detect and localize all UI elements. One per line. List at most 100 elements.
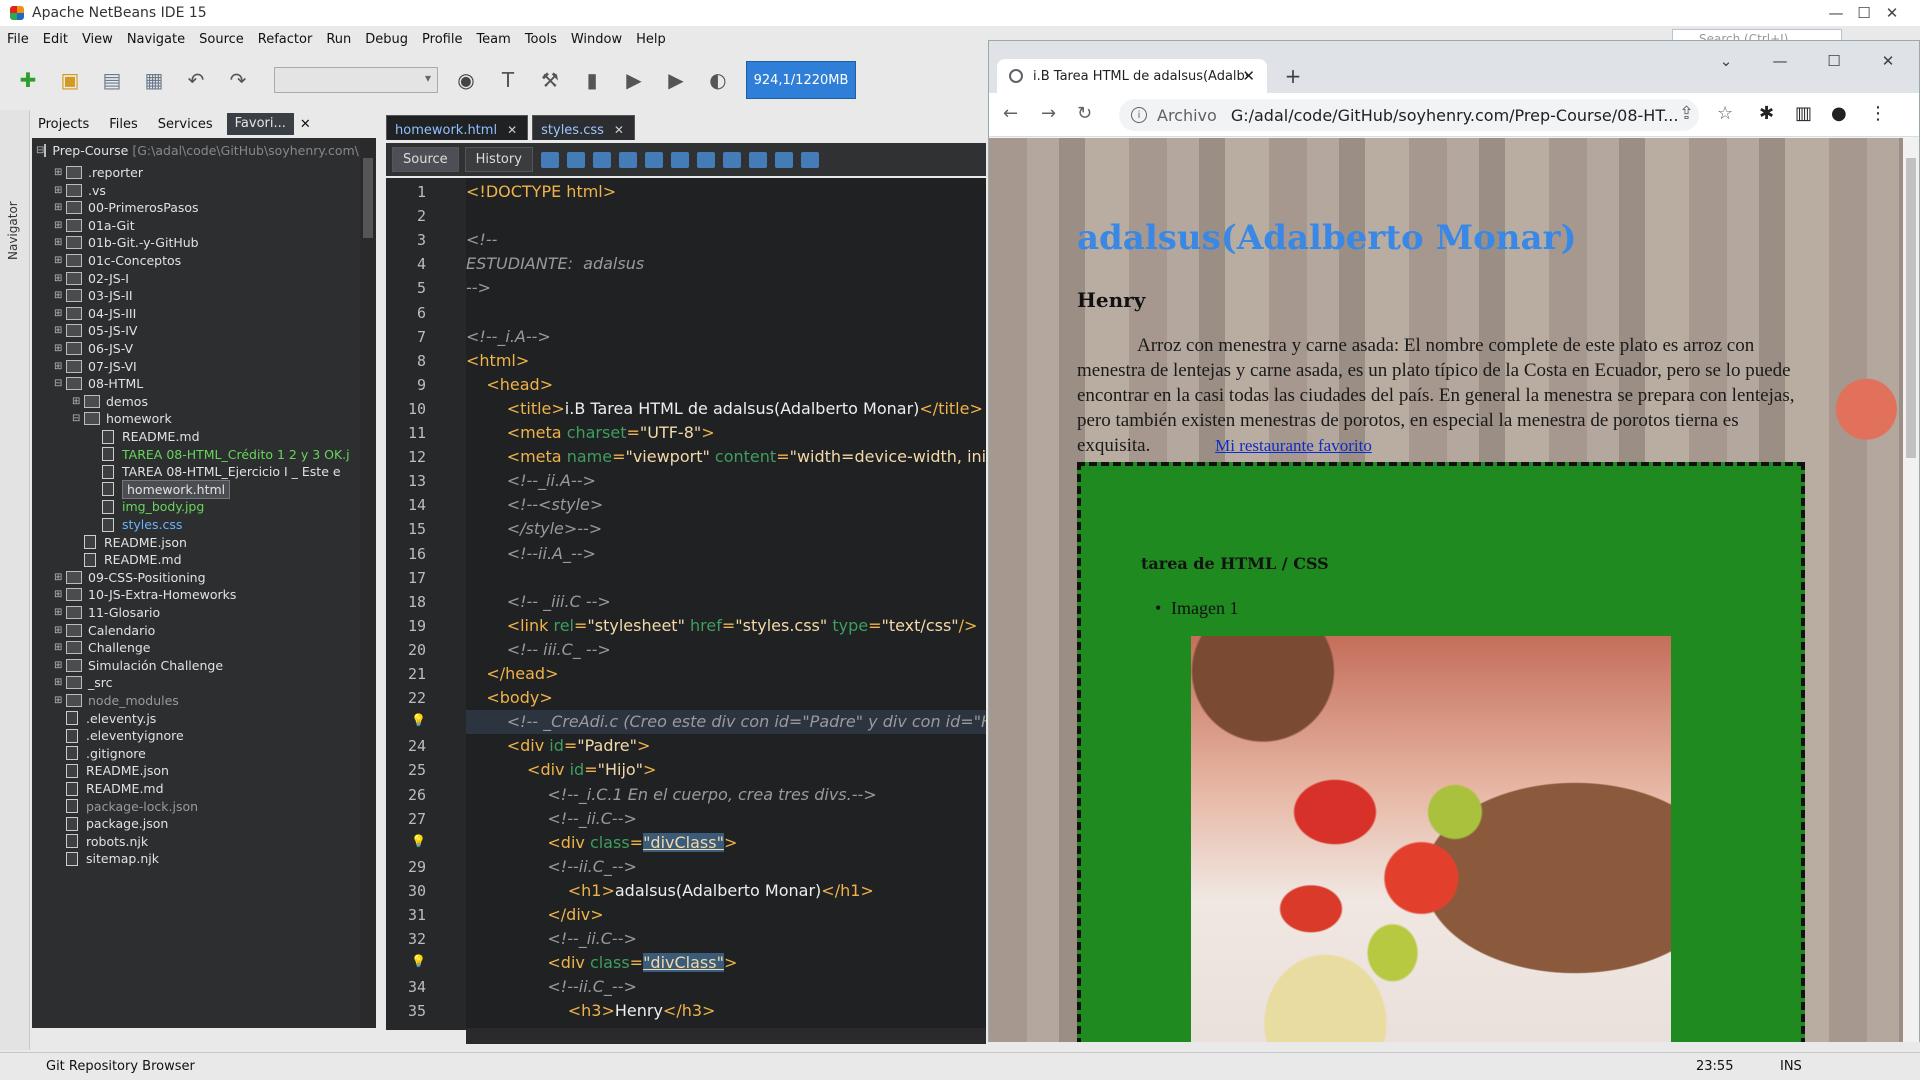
- new-tab-icon[interactable]: +: [1279, 63, 1307, 91]
- tree-item[interactable]: sitemap.njk: [54, 848, 360, 869]
- toggle-highlight-icon[interactable]: [670, 151, 689, 168]
- share-icon[interactable]: ⇪: [1679, 103, 1694, 124]
- expand-icon[interactable]: ⊞: [54, 625, 66, 636]
- minimize-icon[interactable]: —: [1753, 41, 1807, 81]
- tab-projects[interactable]: Projects: [32, 117, 103, 132]
- expand-icon[interactable]: ⊞: [54, 325, 66, 336]
- find-icon[interactable]: [592, 151, 611, 168]
- run-icon[interactable]: ▶: [620, 66, 648, 94]
- code-line[interactable]: <!-- _iii.C -->: [466, 592, 611, 611]
- source-button[interactable]: Source: [392, 147, 459, 172]
- close-tab-icon[interactable]: ✕: [507, 123, 517, 137]
- tab-search-icon[interactable]: ⌄: [1699, 41, 1753, 81]
- configuration-select[interactable]: [274, 67, 438, 93]
- code-area[interactable]: <!DOCTYPE html> <!-- ESTUDIANTE: adalsus --…: [466, 178, 986, 1030]
- close-favorites-icon[interactable]: ✕: [294, 117, 325, 132]
- star-icon[interactable]: ☆: [1717, 103, 1733, 124]
- expand-icon[interactable]: ⊞: [54, 660, 66, 671]
- code-line[interactable]: </head>: [466, 664, 558, 683]
- code-line[interactable]: <html>: [466, 351, 529, 370]
- code-line[interactable]: </style>-->: [466, 519, 603, 538]
- info-icon[interactable]: i: [1131, 107, 1147, 123]
- menu-file[interactable]: File: [0, 32, 36, 47]
- editor-horizontal-scrollbar[interactable]: [466, 1028, 986, 1044]
- expand-icon[interactable]: ⊞: [54, 185, 66, 196]
- prev-bookmark-icon[interactable]: [722, 151, 741, 168]
- page-scrollbar[interactable]: [1903, 138, 1919, 1042]
- code-line[interactable]: <!-- _CreAdi.c (Creo este div con id="Pa…: [466, 712, 986, 731]
- redo-icon[interactable]: ↷: [224, 66, 252, 94]
- shift-right-icon[interactable]: [800, 151, 819, 168]
- browser-tab[interactable]: i.B Tarea HTML de adalsus(Adalb· ✕: [997, 59, 1267, 93]
- expand-icon[interactable]: ⊟: [72, 413, 84, 424]
- build-hammer-icon[interactable]: T: [494, 66, 522, 94]
- menu-debug[interactable]: Debug: [358, 32, 415, 47]
- code-line[interactable]: <!--ii.C_-->: [466, 977, 636, 996]
- find-next-icon[interactable]: [644, 151, 663, 168]
- menu-run[interactable]: Run: [319, 32, 358, 47]
- menu-view[interactable]: View: [75, 32, 120, 47]
- code-line[interactable]: <!-- iii.C_ -->: [466, 640, 611, 659]
- menu-help[interactable]: Help: [629, 32, 673, 47]
- expand-icon[interactable]: ⊞: [54, 167, 66, 178]
- code-line[interactable]: <div class="divClass">: [466, 832, 737, 852]
- code-line[interactable]: <h1>adalsus(Adalberto Monar)</h1>: [466, 881, 874, 900]
- menu-profile[interactable]: Profile: [415, 32, 469, 47]
- menu-navigate[interactable]: Navigate: [120, 32, 192, 47]
- browser-globe-icon[interactable]: ◉: [452, 66, 480, 94]
- extensions-icon[interactable]: ✱: [1759, 103, 1774, 124]
- code-line[interactable]: <h3>Henry</h3>: [466, 1001, 716, 1020]
- code-line[interactable]: <!--_i.C.1 En el cuerpo, crea tres divs.…: [466, 785, 876, 804]
- expand-icon[interactable]: ⊞: [72, 396, 84, 407]
- scroll-thumb[interactable]: [1906, 158, 1916, 458]
- tree-scrollbar[interactable]: [360, 138, 376, 1028]
- page-viewport[interactable]: adalsus(Adalberto Monar) Henry Arroz con…: [989, 138, 1903, 1042]
- expand-icon[interactable]: ⊞: [54, 589, 66, 600]
- code-line[interactable]: <!--ii.C_-->: [466, 857, 636, 876]
- code-line[interactable]: <meta charset="UTF-8">: [466, 423, 715, 442]
- reload-icon[interactable]: ↻: [1077, 103, 1092, 124]
- menu-icon[interactable]: ⋮: [1869, 103, 1887, 124]
- open-project-icon[interactable]: ▤: [98, 66, 126, 94]
- debug-icon[interactable]: ▶: [662, 66, 690, 94]
- new-file-icon[interactable]: ✚: [14, 66, 42, 94]
- code-line[interactable]: <div id="Hijo">: [466, 760, 656, 779]
- code-line[interactable]: <!--_ii.A-->: [466, 471, 596, 490]
- navigator-label[interactable]: Navigator: [6, 201, 20, 260]
- deploy-icon[interactable]: ▮: [578, 66, 606, 94]
- code-line[interactable]: <div id="Padre">: [466, 736, 651, 755]
- code-line[interactable]: <meta name="viewport" content="width=dev…: [466, 447, 986, 466]
- expand-icon[interactable]: ⊞: [54, 695, 66, 706]
- close-tab-icon[interactable]: ✕: [614, 123, 624, 137]
- tab-homework-html[interactable]: homework.html ✕: [386, 115, 529, 140]
- next-bookmark-icon[interactable]: [748, 151, 767, 168]
- code-line[interactable]: <head>: [466, 375, 553, 394]
- scroll-thumb[interactable]: [363, 158, 373, 238]
- shift-left-icon[interactable]: [774, 151, 793, 168]
- expand-icon[interactable]: ⊞: [54, 677, 66, 688]
- expand-icon[interactable]: ⊞: [54, 642, 66, 653]
- expand-icon[interactable]: ⊞: [54, 237, 66, 248]
- expand-icon[interactable]: ⊞: [54, 308, 66, 319]
- close-tab-icon[interactable]: ✕: [1242, 67, 1255, 85]
- code-line[interactable]: <body>: [466, 688, 552, 707]
- expand-icon[interactable]: ⊞: [54, 202, 66, 213]
- menu-tools[interactable]: Tools: [518, 32, 564, 47]
- menu-refactor[interactable]: Refactor: [251, 32, 320, 47]
- maximize-icon[interactable]: ☐: [1807, 41, 1861, 81]
- menu-window[interactable]: Window: [564, 32, 629, 47]
- clean-build-icon[interactable]: ⚒: [536, 66, 564, 94]
- code-line[interactable]: <!DOCTYPE html>: [466, 182, 616, 201]
- close-icon[interactable]: ✕: [1861, 41, 1915, 81]
- back-icon[interactable]: ←: [1003, 103, 1018, 124]
- code-line[interactable]: <!--_ii.C-->: [466, 809, 636, 828]
- profile-icon[interactable]: ◐: [704, 66, 732, 94]
- tab-files[interactable]: Files: [103, 117, 152, 132]
- restaurant-link[interactable]: Mi restaurante favorito: [1215, 436, 1372, 455]
- expand-icon[interactable]: ⊞: [54, 273, 66, 284]
- code-line[interactable]: </div>: [466, 905, 603, 924]
- expand-icon[interactable]: ⊞: [54, 361, 66, 372]
- code-line[interactable]: <!--_i.A-->: [466, 327, 551, 346]
- code-line[interactable]: <!--<style>: [466, 495, 604, 514]
- find-prev-icon[interactable]: [618, 151, 637, 168]
